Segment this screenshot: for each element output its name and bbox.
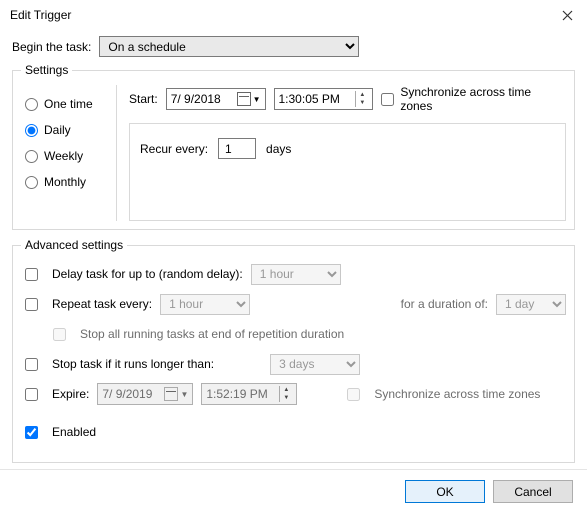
radio-monthly[interactable] xyxy=(25,176,38,189)
radio-one-time[interactable] xyxy=(25,98,38,111)
expire-checkbox[interactable] xyxy=(25,388,38,401)
calendar-icon xyxy=(164,387,178,401)
advanced-group: Advanced settings Delay task for up to (… xyxy=(12,238,575,463)
delay-label: Delay task for up to (random delay): xyxy=(52,267,243,281)
radio-weekly[interactable] xyxy=(25,150,38,163)
repeat-duration-select: 1 day xyxy=(496,294,566,315)
expire-time-picker: 1:52:19 PM ▲▼ xyxy=(201,383,297,405)
expire-sync-label: Synchronize across time zones xyxy=(374,387,540,401)
stop-at-end-label: Stop all running tasks at end of repetit… xyxy=(80,327,344,341)
chevron-down-icon: ▼ xyxy=(180,390,188,399)
stop-task-checkbox[interactable] xyxy=(25,358,38,371)
start-label: Start: xyxy=(129,92,158,106)
sync-timezones-label: Synchronize across time zones xyxy=(400,85,566,113)
time-spinner[interactable]: ▲▼ xyxy=(355,91,368,107)
delay-value-select: 1 hour xyxy=(251,264,341,285)
expire-date-picker: 7/ 9/2019 ▼ xyxy=(97,383,193,405)
settings-group: Settings One time Daily Weekly Monthly xyxy=(12,63,575,230)
advanced-legend: Advanced settings xyxy=(21,238,127,252)
begin-task-label: Begin the task: xyxy=(12,40,91,54)
recur-label: Recur every: xyxy=(140,142,208,156)
close-icon[interactable] xyxy=(547,1,587,29)
repeat-label: Repeat task every: xyxy=(52,297,152,311)
delay-checkbox[interactable] xyxy=(25,268,38,281)
radio-daily-label: Daily xyxy=(44,123,71,137)
stop-task-value-select: 3 days xyxy=(270,354,360,375)
expire-sync-checkbox xyxy=(347,388,360,401)
enabled-label: Enabled xyxy=(52,425,96,439)
radio-daily[interactable] xyxy=(25,124,38,137)
repeat-value-select: 1 hour xyxy=(160,294,250,315)
chevron-down-icon: ▼ xyxy=(253,95,261,104)
radio-one-time-label: One time xyxy=(44,97,93,111)
enabled-checkbox[interactable] xyxy=(25,426,38,439)
radio-weekly-label: Weekly xyxy=(44,149,83,163)
start-time-value: 1:30:05 PM xyxy=(279,92,340,106)
titlebar: Edit Trigger xyxy=(0,0,587,30)
window-title: Edit Trigger xyxy=(10,8,71,22)
start-date-value: 7/ 9/2018 xyxy=(171,92,221,106)
recur-panel: Recur every: days xyxy=(129,123,566,221)
repeat-duration-label: for a duration of: xyxy=(401,297,488,311)
ok-button[interactable]: OK xyxy=(405,480,485,503)
recur-unit: days xyxy=(266,142,291,156)
sync-timezones-checkbox[interactable] xyxy=(381,93,394,106)
begin-task-select[interactable]: On a schedule xyxy=(99,36,359,57)
stop-task-label: Stop task if it runs longer than: xyxy=(52,357,214,371)
calendar-icon xyxy=(237,92,251,106)
radio-monthly-label: Monthly xyxy=(44,175,86,189)
time-spinner: ▲▼ xyxy=(279,386,292,402)
cancel-button[interactable]: Cancel xyxy=(493,480,573,503)
expire-label: Expire: xyxy=(52,387,89,401)
start-time-picker[interactable]: 1:30:05 PM ▲▼ xyxy=(274,88,374,110)
recur-every-input[interactable] xyxy=(218,138,256,159)
stop-at-end-checkbox xyxy=(53,328,66,341)
repeat-checkbox[interactable] xyxy=(25,298,38,311)
settings-legend: Settings xyxy=(21,63,72,77)
expire-date-value: 7/ 9/2019 xyxy=(102,387,152,401)
start-date-picker[interactable]: 7/ 9/2018 ▼ xyxy=(166,88,266,110)
dialog-footer: OK Cancel xyxy=(0,469,587,513)
expire-time-value: 1:52:19 PM xyxy=(206,387,267,401)
